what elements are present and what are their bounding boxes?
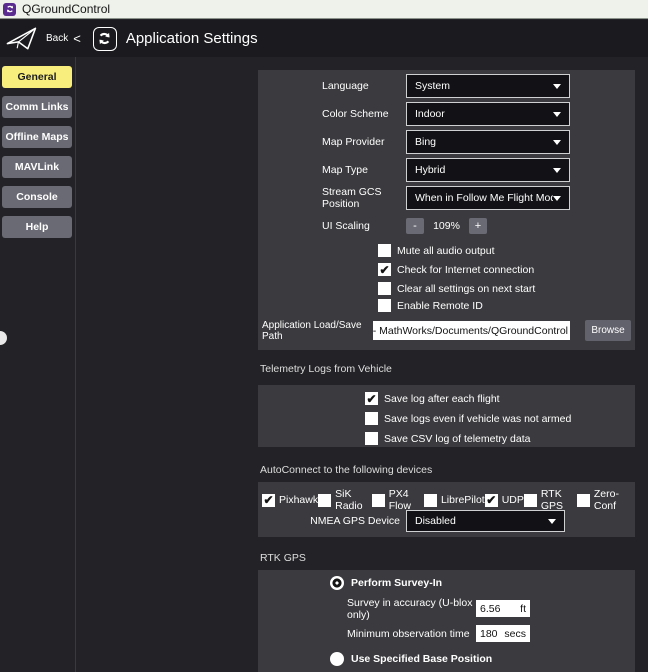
unit-label: secs — [504, 628, 526, 640]
save-log-checkbox[interactable]: Save log after each flight — [365, 392, 500, 405]
back-button[interactable]: Back < — [46, 31, 81, 46]
sidebar-item-console[interactable]: Console — [2, 186, 72, 208]
checkbox-icon — [262, 494, 275, 507]
chevron-down-icon — [553, 84, 561, 89]
min-observation-input[interactable]: 180 secs — [476, 625, 530, 642]
sidebar-item-offline-maps[interactable]: Offline Maps — [2, 126, 72, 148]
color-scheme-label: Color Scheme — [322, 108, 406, 120]
map-provider-label: Map Provider — [322, 136, 406, 148]
min-observation-label: Minimum observation time — [347, 628, 476, 640]
radio-icon — [330, 576, 344, 590]
back-chevron-icon: < — [73, 31, 81, 46]
checkbox-icon — [318, 494, 331, 507]
checkbox-icon — [378, 263, 391, 276]
mute-audio-checkbox[interactable]: Mute all audio output — [378, 244, 494, 257]
use-base-position-radio[interactable]: Use Specified Base Position — [330, 652, 492, 666]
librepilot-checkbox[interactable]: LibrePilot — [424, 488, 485, 512]
general-panel: Language System Color Scheme Indoor Map … — [258, 70, 635, 350]
rtk-panel: Perform Survey-In Survey in accuracy (U-… — [258, 570, 635, 672]
nmea-gps-device-dropdown[interactable]: Disabled — [406, 510, 565, 532]
left-edge-indicator — [0, 331, 7, 345]
save-log-not-armed-checkbox[interactable]: Save logs even if vehicle was not armed — [365, 412, 571, 425]
checkbox-icon — [378, 244, 391, 257]
ui-scaling-decrease-button[interactable]: - — [406, 218, 424, 234]
autoconnect-section-title: AutoConnect to the following devices — [260, 463, 635, 477]
paper-plane-icon[interactable] — [4, 25, 38, 52]
sidebar-item-mavlink[interactable]: MAVLink — [2, 156, 72, 178]
chevron-down-icon — [548, 519, 556, 524]
ui-scaling-value: 109% — [424, 220, 469, 232]
zero-conf-checkbox[interactable]: Zero-Conf — [577, 488, 631, 512]
chevron-down-icon — [553, 168, 561, 173]
color-scheme-dropdown[interactable]: Indoor — [406, 102, 570, 126]
ui-scaling-label: UI Scaling — [322, 220, 406, 232]
map-type-dropdown[interactable]: Hybrid — [406, 158, 570, 182]
pixhawk-checkbox[interactable]: Pixhawk — [262, 488, 318, 512]
telemetry-section-title: Telemetry Logs from Vehicle — [260, 362, 635, 376]
radio-icon — [330, 652, 344, 666]
app-settings-icon[interactable] — [93, 27, 117, 51]
px4-flow-checkbox[interactable]: PX4 Flow — [372, 488, 424, 512]
checkbox-icon — [378, 282, 391, 295]
sidebar-item-general[interactable]: General — [2, 66, 72, 88]
checkbox-icon — [365, 432, 378, 445]
back-label: Back — [46, 33, 68, 44]
survey-accuracy-input[interactable]: 6.56 ft — [476, 600, 530, 617]
udp-checkbox[interactable]: UDP — [485, 488, 524, 512]
sidebar-item-help[interactable]: Help — [2, 216, 72, 238]
chevron-down-icon — [553, 112, 561, 117]
window-titlebar: QGroundControl — [0, 0, 648, 19]
checkbox-icon — [424, 494, 437, 507]
survey-accuracy-label: Survey in accuracy (U-blox only) — [347, 597, 476, 621]
map-type-label: Map Type — [322, 164, 406, 176]
sik-radio-checkbox[interactable]: SiK Radio — [318, 488, 372, 512]
nmea-gps-device-label: NMEA GPS Device — [258, 515, 400, 527]
save-csv-checkbox[interactable]: Save CSV log of telemetry data — [365, 432, 531, 445]
chevron-down-icon — [553, 140, 561, 145]
ui-scaling-increase-button[interactable]: + — [469, 218, 487, 234]
checkbox-icon — [485, 494, 498, 507]
rtk-section-title: RTK GPS — [260, 551, 635, 565]
sidebar-item-comm-links[interactable]: Comm Links — [2, 96, 72, 118]
clear-settings-checkbox[interactable]: Clear all settings on next start — [378, 282, 535, 295]
checkbox-icon — [365, 412, 378, 425]
qgc-logo-icon — [3, 3, 16, 16]
save-path-label: Application Load/Save Path — [262, 320, 373, 342]
app-toolbar: Back < Application Settings — [0, 20, 648, 57]
checkbox-icon — [524, 494, 537, 507]
checkbox-icon — [365, 392, 378, 405]
language-dropdown[interactable]: System — [406, 74, 570, 98]
autoconnect-devices-row: Pixhawk SiK Radio PX4 Flow LibrePilot UD… — [262, 488, 631, 512]
stream-gcs-position-dropdown[interactable]: When in Follow Me Flight Mode — [406, 186, 570, 210]
checkbox-icon — [577, 494, 590, 507]
page-title: Application Settings — [126, 30, 258, 47]
window-title: QGroundControl — [22, 2, 110, 16]
settings-sidebar: General Comm Links Offline Maps MAVLink … — [2, 66, 72, 246]
rtk-gps-checkbox[interactable]: RTK GPS — [524, 488, 577, 512]
stream-gcs-position-label: Stream GCS Position — [322, 186, 406, 210]
perform-survey-in-radio[interactable]: Perform Survey-In — [330, 576, 442, 590]
settings-content: Language System Color Scheme Indoor Map … — [258, 57, 635, 672]
checkbox-icon — [378, 299, 391, 312]
unit-label: ft — [520, 603, 526, 615]
remote-id-checkbox[interactable]: Enable Remote ID — [378, 299, 483, 312]
language-label: Language — [322, 80, 406, 92]
checkbox-icon — [372, 494, 385, 507]
sidebar-divider — [75, 57, 76, 672]
internet-check-checkbox[interactable]: Check for Internet connection — [378, 263, 534, 276]
map-provider-dropdown[interactable]: Bing — [406, 130, 570, 154]
autoconnect-panel: Pixhawk SiK Radio PX4 Flow LibrePilot UD… — [258, 482, 635, 537]
browse-button[interactable]: Browse — [585, 320, 631, 341]
chevron-down-icon — [553, 196, 561, 201]
save-path-input[interactable]: OneDrive - MathWorks/Documents/QGroundCo… — [373, 321, 570, 340]
telemetry-panel: Save log after each flight Save logs eve… — [258, 385, 635, 447]
